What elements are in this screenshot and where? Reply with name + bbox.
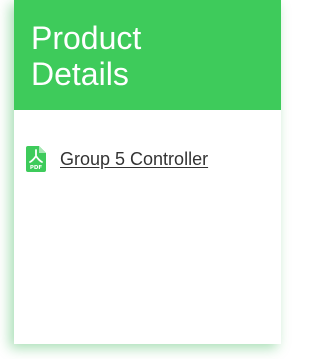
- card-body: PDF Group 5 Controller: [14, 110, 281, 344]
- svg-text:PDF: PDF: [30, 165, 43, 171]
- document-link-label: Group 5 Controller: [60, 148, 209, 169]
- product-details-card: Product Details PDF Group 5 Controller: [14, 0, 281, 344]
- card-header: Product Details: [14, 0, 281, 110]
- pdf-file-icon: PDF: [26, 146, 46, 172]
- document-link[interactable]: PDF Group 5 Controller: [26, 146, 208, 172]
- card-title: Product Details: [31, 20, 142, 92]
